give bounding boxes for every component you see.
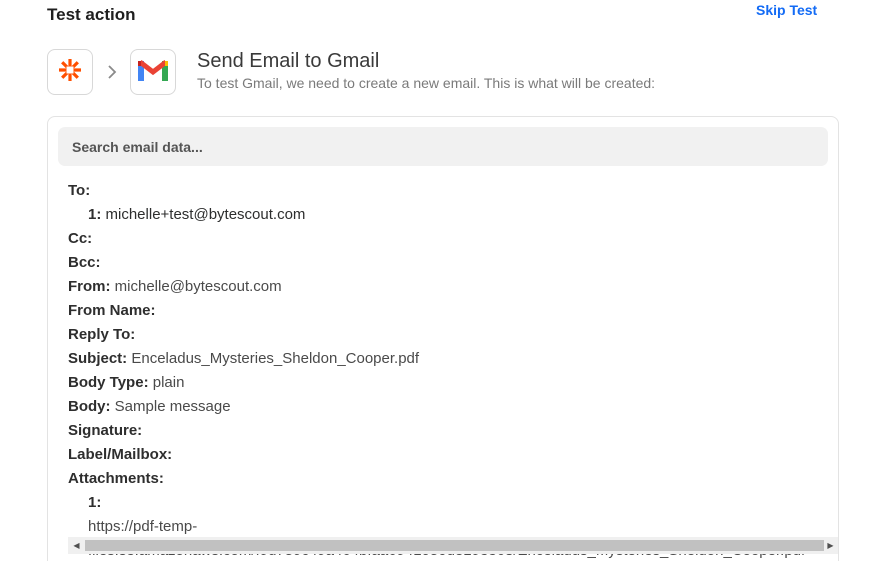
field-cc: Cc: [68,227,838,251]
scroll-right-icon[interactable]: ▶ [822,537,838,554]
list-item-value: michelle+test@bytescout.com [105,206,306,223]
gmail-icon [137,58,169,87]
app-flow [47,48,176,96]
field-label: Cc: [68,230,93,247]
field-subject: Subject: Enceladus_Mysteries_Sheldon_Coo… [68,347,838,371]
scroll-left-icon[interactable]: ◀ [68,537,85,554]
field-value: Sample message [114,398,231,415]
list-item: 1: michelle+test@bytescout.com [68,203,838,227]
scrollbar-thumb[interactable] [85,540,824,551]
attachment-url-line-1: https://pdf-temp- [88,518,198,535]
email-data-panel: To: 1: michelle+test@bytescout.com Cc: B… [47,116,839,561]
zapier-app-tile [47,49,93,95]
gmail-app-tile [130,49,176,95]
field-label: Bcc: [68,254,101,271]
field-bcc: Bcc: [68,251,838,275]
field-from-name: From Name: [68,299,838,323]
field-value: plain [152,374,185,391]
field-value: michelle@bytescout.com [114,278,282,295]
step-title: Send Email to Gmail [197,50,380,72]
field-to: To: [68,179,838,203]
field-value: Enceladus_Mysteries_Sheldon_Cooper.pdf [131,350,420,367]
field-label: Subject: [68,350,128,367]
field-label: To: [68,182,91,199]
field-label: From: [68,278,111,295]
field-label: Body: [68,398,111,415]
field-label: Reply To: [68,326,136,343]
field-body-type: Body Type: plain [68,371,838,395]
field-label: Attachments: [68,470,164,487]
field-label: From Name: [68,302,156,319]
chevron-right-icon [93,49,130,95]
skip-test-link[interactable]: Skip Test [756,2,817,18]
field-reply-to: Reply To: [68,323,838,347]
field-from: From: michelle@bytescout.com [68,275,838,299]
section-title: Test action [47,5,136,24]
field-label-mailbox: Label/Mailbox: [68,443,838,467]
test-action-page: Test action Skip Test Send Email to Gmai… [0,0,883,561]
zapier-asterisk-icon [57,57,83,88]
step-description: To test Gmail, we need to create a new e… [197,75,656,91]
field-signature: Signature: [68,419,838,443]
field-label: Label/Mailbox: [68,446,173,463]
field-attachments: Attachments: [68,467,838,491]
email-fields-list: To: 1: michelle+test@bytescout.com Cc: B… [68,179,838,561]
list-item-index: 1: [88,206,102,223]
field-label: Signature: [68,422,143,439]
field-body: Body: Sample message [68,395,838,419]
list-item-index: 1: [88,494,102,511]
field-label: Body Type: [68,374,149,391]
horizontal-scrollbar[interactable]: ◀ ▶ [68,537,838,554]
step-header: Send Email to Gmail To test Gmail, we ne… [197,50,655,92]
search-email-data-input[interactable] [58,127,828,166]
